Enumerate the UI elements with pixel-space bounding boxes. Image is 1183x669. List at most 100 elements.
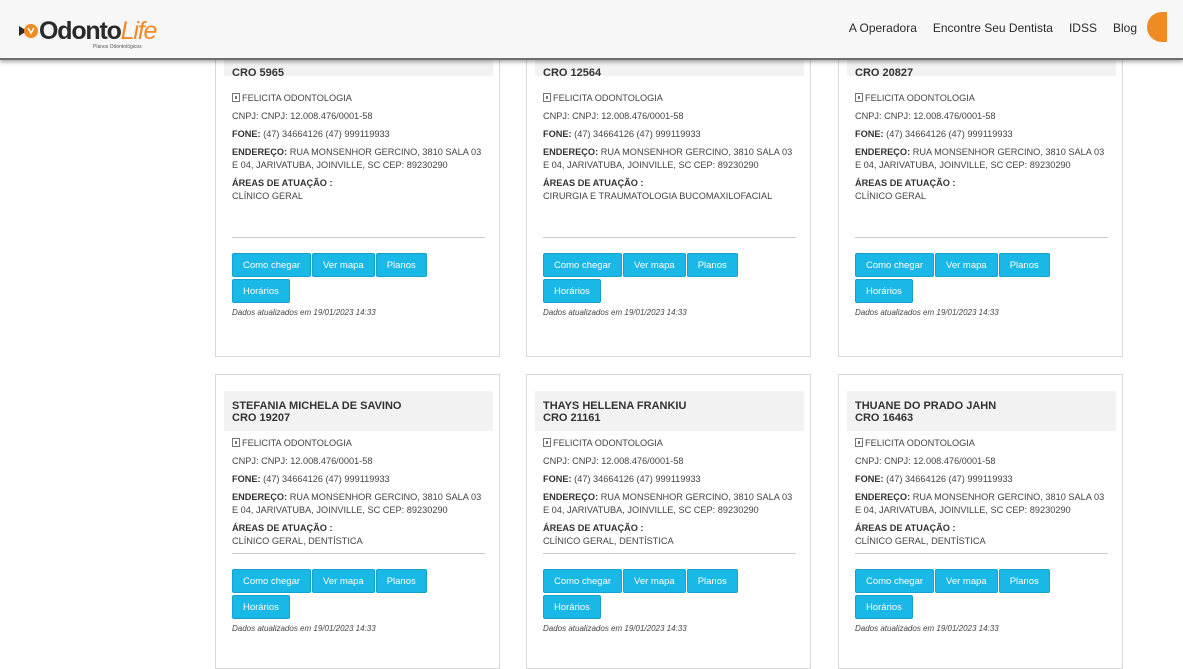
phone-label: FONE: — [232, 474, 261, 484]
clinic-icon — [855, 438, 863, 447]
ver-mapa-button[interactable]: Ver mapa — [935, 253, 998, 277]
clinic-name: FELICITA ODONTOLOGIA — [865, 438, 975, 448]
address-label: ENDEREÇO: — [543, 492, 599, 502]
clinic-row: FELICITA ODONTOLOGIA — [543, 437, 799, 450]
logo-wordmark: OdontoLife — [39, 17, 157, 45]
phone-label: FONE: — [543, 474, 572, 484]
dentist-info: FELICITA ODONTOLOGIA CNPJ: CNPJ: 12.008.… — [232, 92, 488, 208]
areas-value: CLÍNICO GERAL, DENTÍSTICA — [232, 536, 363, 546]
dentist-info: FELICITA ODONTOLOGIA CNPJ: CNPJ: 12.008.… — [232, 437, 488, 553]
dentist-card-header: THUANE DO PRADO JAHN CRO 16463 — [847, 391, 1116, 431]
dentist-name: THAYS HELLENA FRANKIU — [543, 400, 687, 412]
updated-timestamp: Dados atualizados em 19/01/2023 14:33 — [232, 308, 376, 317]
address-label: ENDEREÇO: — [543, 147, 599, 157]
card-actions: Como chegar Ver mapa Planos Horários — [543, 569, 803, 621]
cnpj-row: CNPJ: CNPJ: 12.008.476/0001-58 — [543, 111, 684, 121]
ver-mapa-button[interactable]: Ver mapa — [935, 569, 998, 593]
planos-button[interactable]: Planos — [375, 253, 427, 277]
clinic-name: FELICITA ODONTOLOGIA — [865, 93, 975, 103]
horarios-button[interactable]: Horários — [855, 595, 913, 619]
areas-row: ÁREAS DE ATUAÇÃO : CLÍNICO GERAL, DENTÍST… — [543, 522, 799, 548]
ver-mapa-button[interactable]: Ver mapa — [623, 253, 686, 277]
nav-a-operadora[interactable]: A Operadora — [849, 21, 917, 35]
horarios-button[interactable]: Horários — [543, 595, 601, 619]
address-row: ENDEREÇO: RUA MONSENHOR GERCINO, 3810 SA… — [232, 146, 488, 172]
clinic-name: FELICITA ODONTOLOGIA — [242, 93, 352, 103]
clinic-row: FELICITA ODONTOLOGIA — [855, 92, 1111, 105]
address-row: ENDEREÇO: RUA MONSENHOR GERCINO, 3810 SA… — [855, 491, 1111, 517]
logo-tagline: Planos Odontológicos — [93, 44, 142, 50]
odontolife-logo[interactable]: OdontoLife Planos Odontológicos — [17, 17, 157, 53]
phone-row: FONE: (47) 34664126 (47) 999119933 — [232, 128, 488, 141]
clinic-name: FELICITA ODONTOLOGIA — [242, 438, 352, 448]
phone-row: FONE: (47) 34664126 (47) 999119933 — [855, 473, 1111, 486]
areas-value: CLÍNICO GERAL — [232, 191, 303, 201]
cnpj-row: CNPJ: CNPJ: 12.008.476/0001-58 — [855, 111, 996, 121]
ver-mapa-button[interactable]: Ver mapa — [312, 253, 375, 277]
como-chegar-button[interactable]: Como chegar — [855, 569, 935, 593]
nav-blog[interactable]: Blog — [1113, 21, 1137, 35]
clinic-icon — [543, 438, 551, 447]
address-row: ENDEREÇO: RUA MONSENHOR GERCINO, 3810 SA… — [855, 146, 1111, 172]
como-chegar-button[interactable]: Como chegar — [232, 569, 312, 593]
updated-timestamp: Dados atualizados em 19/01/2023 14:33 — [855, 624, 999, 633]
areas-row: ÁREAS DE ATUAÇÃO : CLÍNICO GERAL — [232, 177, 488, 203]
phone-value: (47) 34664126 (47) 999119933 — [263, 474, 390, 484]
phone-row: FONE: (47) 34664126 (47) 999119933 — [855, 128, 1111, 141]
clinic-name: FELICITA ODONTOLOGIA — [553, 93, 663, 103]
dentist-card: STEFANIA MICHELA DE SAVINO CRO 19207 FEL… — [215, 374, 500, 669]
cnpj-row: CNPJ: CNPJ: 12.008.476/0001-58 — [855, 456, 996, 466]
card-actions: Como chegar Ver mapa Planos Horários — [232, 569, 492, 621]
dentist-card: THAYS HELLENA FRANKIU CRO 21161 FELICITA… — [526, 374, 811, 669]
planos-button[interactable]: Planos — [998, 253, 1050, 277]
horarios-button[interactable]: Horários — [232, 595, 290, 619]
horarios-button[interactable]: Horários — [855, 279, 913, 303]
orange-menu-button[interactable] — [1147, 12, 1167, 42]
areas-label: ÁREAS DE ATUAÇÃO : — [543, 178, 644, 188]
dentist-cro: CRO 5965 — [232, 67, 284, 79]
horarios-button[interactable]: Horários — [232, 279, 290, 303]
como-chegar-button[interactable]: Como chegar — [543, 253, 623, 277]
planos-button[interactable]: Planos — [686, 253, 738, 277]
phone-row: FONE: (47) 34664126 (47) 999119933 — [543, 473, 799, 486]
card-divider — [543, 237, 796, 238]
phone-row: FONE: (47) 34664126 (47) 999119933 — [543, 128, 799, 141]
como-chegar-button[interactable]: Como chegar — [543, 569, 623, 593]
cnpj-row: CNPJ: CNPJ: 12.008.476/0001-58 — [232, 111, 373, 121]
dentist-info: FELICITA ODONTOLOGIA CNPJ: CNPJ: 12.008.… — [543, 92, 799, 208]
como-chegar-button[interactable]: Como chegar — [855, 253, 935, 277]
card-divider — [855, 553, 1108, 554]
top-navigation-bar: OdontoLife Planos Odontológicos A Operad… — [0, 0, 1183, 60]
phone-value: (47) 34664126 (47) 999119933 — [886, 474, 1013, 484]
planos-button[interactable]: Planos — [375, 569, 427, 593]
updated-timestamp: Dados atualizados em 19/01/2023 14:33 — [543, 624, 687, 633]
dentist-name: STEFANIA MICHELA DE SAVINO — [232, 400, 402, 412]
dentist-cro: CRO 12564 — [543, 67, 602, 79]
horarios-button[interactable]: Horários — [543, 279, 601, 303]
areas-value: CLÍNICO GERAL, DENTÍSTICA — [543, 536, 674, 546]
ver-mapa-button[interactable]: Ver mapa — [312, 569, 375, 593]
planos-button[interactable]: Planos — [686, 569, 738, 593]
updated-timestamp: Dados atualizados em 19/01/2023 14:33 — [855, 308, 999, 317]
ver-mapa-button[interactable]: Ver mapa — [623, 569, 686, 593]
clinic-icon — [543, 93, 551, 102]
clinic-row: FELICITA ODONTOLOGIA — [232, 437, 488, 450]
dentist-info: FELICITA ODONTOLOGIA CNPJ: CNPJ: 12.008.… — [855, 92, 1111, 208]
dentist-cro: CRO 16463 — [855, 412, 914, 424]
address-row: ENDEREÇO: RUA MONSENHOR GERCINO, 3810 SA… — [543, 491, 799, 517]
nav-idss[interactable]: IDSS — [1069, 21, 1097, 35]
address-label: ENDEREÇO: — [232, 147, 288, 157]
dentist-card-header: STEFANIA MICHELA DE SAVINO CRO 19207 — [224, 391, 493, 431]
planos-button[interactable]: Planos — [998, 569, 1050, 593]
phone-value: (47) 34664126 (47) 999119933 — [574, 474, 701, 484]
phone-label: FONE: — [232, 129, 261, 139]
areas-row: ÁREAS DE ATUAÇÃO : CIRURGIA E TRAUMATOLOG… — [543, 177, 799, 203]
address-row: ENDEREÇO: RUA MONSENHOR GERCINO, 3810 SA… — [232, 491, 488, 517]
areas-row: ÁREAS DE ATUAÇÃO : CLÍNICO GERAL, DENTÍST… — [232, 522, 488, 548]
clinic-name: FELICITA ODONTOLOGIA — [553, 438, 663, 448]
clinic-row: FELICITA ODONTOLOGIA — [543, 92, 799, 105]
como-chegar-button[interactable]: Como chegar — [232, 253, 312, 277]
dentist-info: FELICITA ODONTOLOGIA CNPJ: CNPJ: 12.008.… — [855, 437, 1111, 553]
address-label: ENDEREÇO: — [232, 492, 288, 502]
nav-encontre-seu-dentista[interactable]: Encontre Seu Dentista — [933, 21, 1053, 35]
